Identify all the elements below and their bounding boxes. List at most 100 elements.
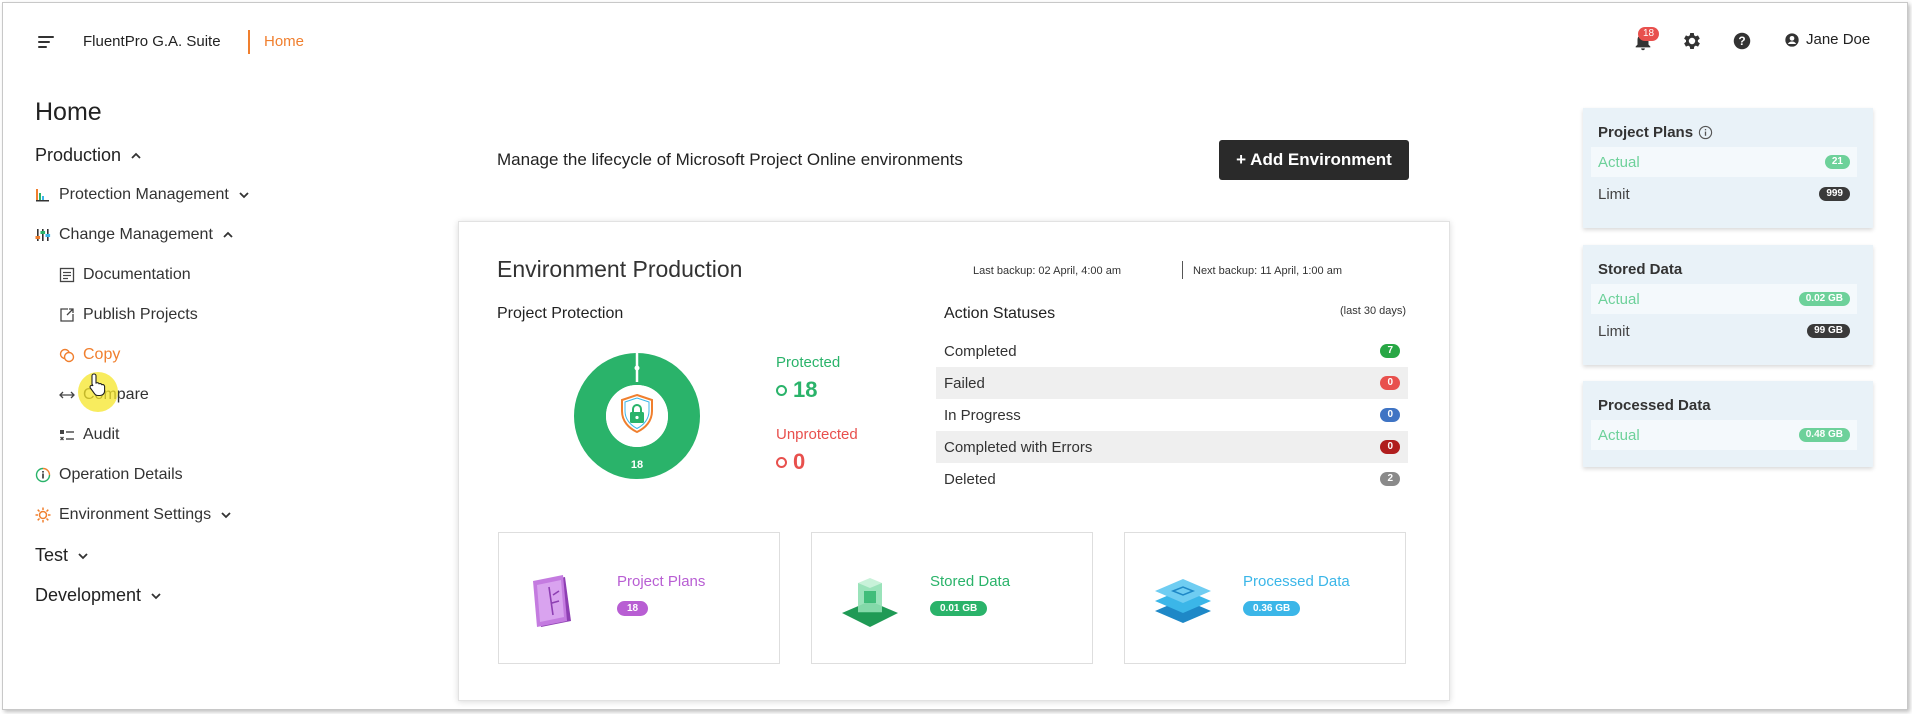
tile-label: Stored Data <box>930 573 1011 590</box>
project-plans-icon <box>533 575 571 627</box>
add-environment-button[interactable]: + Add Environment <box>1219 140 1409 180</box>
gear-icon[interactable] <box>1681 30 1703 52</box>
protection-donut-chart: 18 <box>574 353 700 479</box>
user-menu[interactable]: Jane Doe <box>1784 31 1870 48</box>
action-status-count-badge: 0 <box>1380 408 1400 422</box>
page-subtitle: Manage the lifecycle of Microsoft Projec… <box>497 150 963 169</box>
sidebar-item-label: Environment Settings <box>59 506 212 523</box>
processed-data-icon <box>1155 579 1211 623</box>
hand-pointer-icon <box>89 373 106 397</box>
sidebar-item-label: Documentation <box>83 266 191 283</box>
chevron-down-icon <box>221 512 231 519</box>
env-development[interactable]: Development <box>35 585 163 606</box>
action-statuses-title: Action Statuses <box>944 305 1056 322</box>
sidebar-item-label: Change Management <box>59 226 213 243</box>
info-icon[interactable] <box>1698 125 1713 140</box>
publish-icon <box>60 308 74 322</box>
env-development-label: Development <box>35 585 142 605</box>
next-backup: Next backup: 11 April, 1:00 am <box>1193 265 1342 277</box>
processed-data-panel: Processed Data Actual 0.48 GB <box>1583 381 1873 467</box>
project-plans-panel: Project Plans Actual 21 Limit 999 <box>1583 108 1873 228</box>
limit-label: Limit <box>1598 185 1630 203</box>
tile-stored-data[interactable]: Stored Data 0.01 GB <box>811 532 1093 664</box>
chevron-down-icon <box>151 592 161 599</box>
svg-text:?: ? <box>1738 34 1745 48</box>
action-status-label: Completed with Errors <box>944 438 1093 456</box>
action-status-row: Completed 7 <box>936 335 1408 367</box>
chevron-down-icon <box>78 552 88 559</box>
unprotected-value: 0 <box>793 449 806 474</box>
actual-label: Actual <box>1598 153 1640 171</box>
panel-title-text: Processed Data <box>1598 397 1711 414</box>
user-avatar-icon <box>1785 32 1799 47</box>
sidebar-item-audit[interactable]: Audit <box>59 426 119 444</box>
sidebar-item-label: Copy <box>83 346 121 363</box>
breadcrumb[interactable]: Home <box>264 33 304 50</box>
project-protection-title: Project Protection <box>497 305 624 322</box>
panel-title: Stored Data <box>1598 261 1682 278</box>
menu-toggle-icon[interactable] <box>38 35 56 49</box>
info-circle-icon <box>35 467 51 483</box>
stored-data-icon <box>842 578 898 627</box>
actual-value-badge: 0.02 GB <box>1798 292 1850 306</box>
action-status-count-badge: 0 <box>1380 376 1400 390</box>
unprotected-count: 0 <box>776 449 805 475</box>
bar-chart-icon <box>36 189 49 202</box>
sidebar-item-documentation[interactable]: Documentation <box>59 266 191 284</box>
stored-data-limit-row: Limit 99 GB <box>1591 316 1857 346</box>
page-title: Home <box>35 98 102 126</box>
action-status-row: Deleted 2 <box>936 463 1408 495</box>
sidebar-item-label: Operation Details <box>59 466 183 483</box>
panel-title-text: Stored Data <box>1598 261 1683 278</box>
protected-label: Protected <box>776 354 841 371</box>
sidebar-item-operation-details[interactable]: Operation Details <box>35 466 183 484</box>
tile-value-badge: 0.01 GB <box>930 601 988 616</box>
environment-title: Environment Production <box>497 256 743 282</box>
sidebar-item-label: Publish Projects <box>83 306 198 323</box>
tile-processed-data[interactable]: Processed Data 0.36 GB <box>1124 532 1406 664</box>
sidebar-item-protection-management[interactable]: Protection Management <box>35 186 251 204</box>
project-plans-actual-row: Actual 21 <box>1591 147 1857 177</box>
unprotected-dot-icon <box>776 456 787 468</box>
sliders-icon <box>35 229 51 241</box>
protected-count: 18 <box>776 377 817 403</box>
chevron-down-icon <box>239 192 249 199</box>
stored-data-actual-row: Actual 0.02 GB <box>1591 284 1857 314</box>
chevron-up-icon <box>131 152 141 159</box>
sidebar-item-label: Protection Management <box>59 186 229 203</box>
tile-project-plans[interactable]: Project Plans 18 <box>498 532 780 664</box>
panel-title: Processed Data <box>1598 397 1711 414</box>
title-divider <box>248 30 250 54</box>
env-production[interactable]: Production <box>35 145 143 166</box>
protected-value: 18 <box>793 377 818 402</box>
compare-arrows-icon <box>59 391 75 399</box>
action-status-row: Failed 0 <box>936 367 1408 399</box>
sidebar-item-publish-projects[interactable]: Publish Projects <box>59 306 198 324</box>
user-name: Jane Doe <box>1806 31 1871 48</box>
chevron-up-icon <box>223 231 233 238</box>
action-status-count-badge: 0 <box>1380 440 1400 454</box>
help-icon[interactable]: ? <box>1731 30 1753 52</box>
env-test[interactable]: Test <box>35 545 90 566</box>
tile-label: Project Plans <box>617 573 706 590</box>
actual-value-badge: 0.48 GB <box>1798 428 1850 442</box>
processed-data-actual-row: Actual 0.48 GB <box>1591 420 1857 450</box>
tile-value-badge: 0.36 GB <box>1243 601 1301 616</box>
actual-label: Actual <box>1598 290 1640 308</box>
sidebar-item-change-management[interactable]: Change Management <box>35 226 235 244</box>
sidebar-item-label: Audit <box>83 426 120 443</box>
settings-sun-icon <box>35 507 51 523</box>
env-production-label: Production <box>35 145 122 165</box>
limit-label: Limit <box>1598 322 1630 340</box>
sidebar-item-copy[interactable]: Copy <box>59 346 120 364</box>
actual-value-badge: 21 <box>1824 155 1850 169</box>
sidebar-item-environment-settings[interactable]: Environment Settings <box>35 506 233 524</box>
action-status-row: Completed with Errors 0 <box>936 431 1408 463</box>
limit-value-badge: 99 GB <box>1807 324 1850 338</box>
action-status-count-badge: 2 <box>1380 472 1400 486</box>
copy-icon <box>59 348 75 363</box>
stored-data-panel: Stored Data Actual 0.02 GB Limit 99 GB <box>1583 245 1873 365</box>
action-status-row: In Progress 0 <box>936 399 1408 431</box>
actual-label: Actual <box>1598 426 1640 444</box>
last-backup: Last backup: 02 April, 4:00 am <box>973 265 1121 277</box>
